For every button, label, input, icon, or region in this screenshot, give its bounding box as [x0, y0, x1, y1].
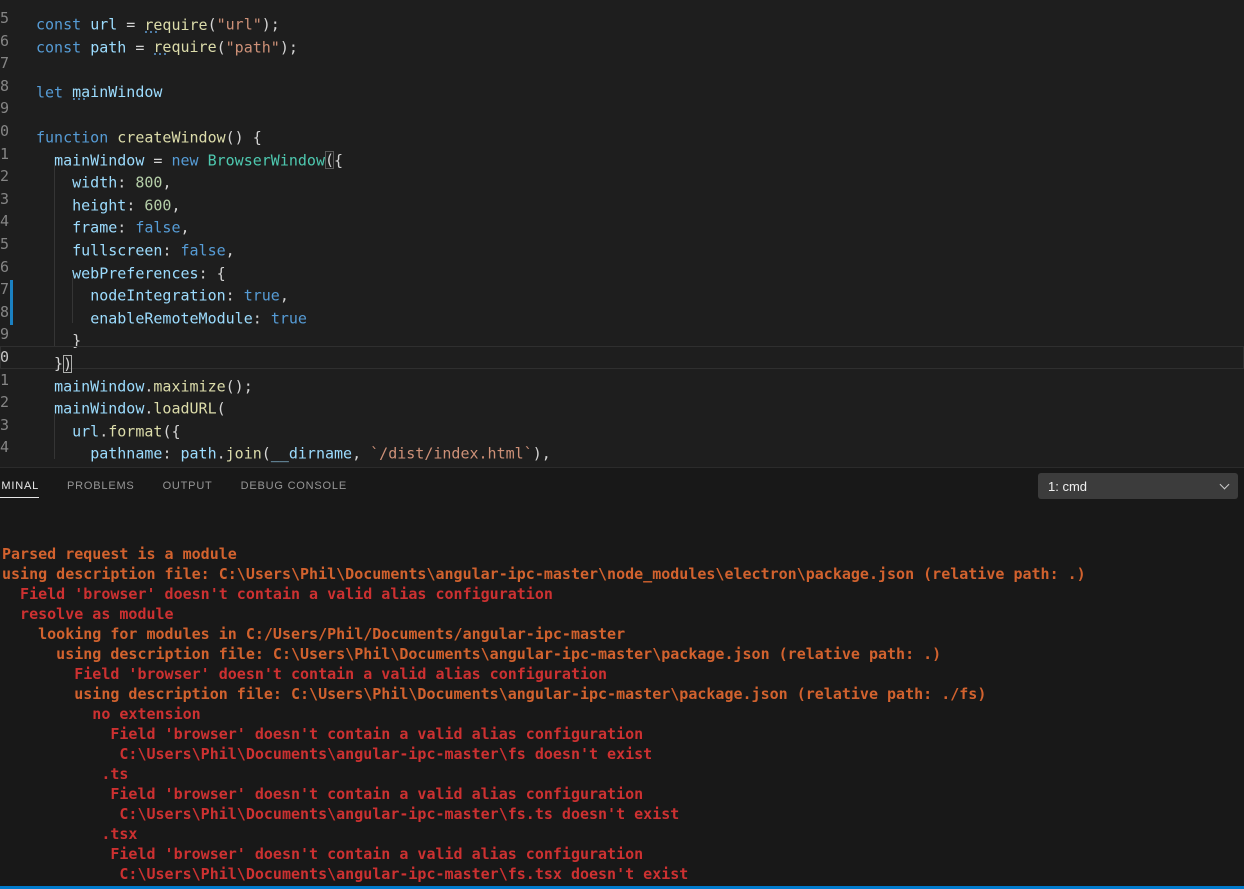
line-number: 3	[0, 415, 9, 434]
code-line[interactable]: 4 pathname: path.join(__dirname, `/dist/…	[0, 436, 1244, 463]
indent-guide	[72, 278, 73, 323]
code-line[interactable]: 6 webPreferences: {	[0, 256, 1244, 283]
panel-tab-bar: TERMINAL PROBLEMS OUTPUT DEBUG CONSOLE	[0, 475, 347, 498]
code-line[interactable]: 3 height: 600,	[0, 188, 1244, 215]
line-number: 1	[0, 144, 9, 163]
line-number: 5	[0, 9, 9, 27]
code-line[interactable]: 8 let mainWindow	[0, 75, 1244, 102]
code-line[interactable]: 5 const url = require("url");	[0, 7, 1244, 34]
line-number: 9	[0, 325, 9, 344]
line-number: 6	[0, 31, 9, 50]
line-number: 4	[0, 438, 9, 457]
line-number: 9	[0, 99, 9, 118]
line-number: 0	[0, 121, 9, 140]
line-number: 0	[0, 347, 9, 366]
indent-guide	[54, 414, 55, 459]
terminal-line: C:\Users\Phil\Documents\angular-ipc-mast…	[2, 865, 689, 883]
line-number: 2	[0, 167, 9, 186]
code-line[interactable]: 9	[0, 97, 1244, 120]
terminal-line: looking for modules in C:/Users/Phil/Doc…	[2, 625, 626, 643]
panel-tab-output[interactable]: OUTPUT	[163, 475, 213, 498]
code-editor[interactable]: 5 const url = require("url"); 6 const path …	[0, 0, 1244, 467]
bottom-panel: TERMINAL PROBLEMS OUTPUT DEBUG CONSOLE 1: c…	[0, 467, 1244, 886]
code-line[interactable]: 1 mainWindow.maximize();	[0, 369, 1244, 396]
line-number: 3	[0, 189, 9, 208]
terminal-line: .ts	[2, 765, 129, 783]
panel-header: TERMINAL PROBLEMS OUTPUT DEBUG CONSOLE 1: c…	[0, 468, 1244, 504]
terminal-line: C:\Users\Phil\Documents\angular-ipc-mast…	[2, 805, 680, 823]
line-number: 7	[0, 280, 9, 299]
code-line[interactable]: 3 url.format({	[0, 414, 1244, 441]
terminal-line: using description file: C:\Users\Phil\Do…	[2, 565, 1086, 583]
code-line[interactable]: 4 frame: false,	[0, 210, 1244, 237]
code-token: pathname	[90, 444, 163, 463]
code-token: :	[162, 444, 181, 463]
code-line[interactable]: 8 enableRemoteModule: true	[0, 301, 1244, 328]
code-token: join	[225, 444, 262, 463]
chevron-down-icon	[1219, 479, 1230, 489]
panel-tab-debug-console[interactable]: DEBUG CONSOLE	[241, 475, 347, 498]
terminal-line: resolve as module	[2, 605, 174, 623]
vscode-window: 5 const url = require("url"); 6 const path …	[0, 0, 1244, 889]
modified-lines-indicator	[10, 280, 13, 325]
line-number: 8	[0, 76, 9, 95]
code-lines-container: 5 const url = require("url"); 6 const path …	[0, 7, 1244, 463]
code-line[interactable]: 7 nodeIntegration: true,	[0, 278, 1244, 305]
code-line[interactable]: 7	[0, 52, 1244, 75]
terminal-line: Field 'browser' doesn't contain a valid …	[2, 785, 644, 803]
line-number: 5	[0, 234, 9, 253]
terminal-line: no extension	[2, 705, 201, 723]
terminal-line: Field 'browser' doesn't contain a valid …	[2, 585, 553, 603]
terminal-output[interactable]: Parsed request is a module using descript…	[0, 504, 1244, 884]
code-line[interactable]: 5 fullscreen: false,	[0, 233, 1244, 260]
line-number: 6	[0, 257, 9, 276]
terminal-line: C:\Users\Phil\Documents\angular-ipc-mast…	[2, 745, 653, 763]
code-token: `/dist/index.html`	[370, 444, 533, 463]
indent-guide	[54, 165, 55, 346]
code-line[interactable]: 0 function createWindow() {	[0, 120, 1244, 147]
code-token: ,	[352, 444, 371, 463]
terminal-line: using description file: C:\Users\Phil\Do…	[2, 685, 987, 703]
line-number: 4	[0, 212, 9, 231]
code-line[interactable]: 6 const path = require("path");	[0, 30, 1244, 57]
line-number: 1	[0, 370, 9, 389]
terminal-line: .tsx	[2, 825, 138, 843]
code-line[interactable]: 9 }	[0, 323, 1244, 350]
panel-tab-problems[interactable]: PROBLEMS	[67, 475, 135, 498]
terminal-line: using description file: C:\Users\Phil\Do…	[2, 645, 942, 663]
terminal-line: Field 'browser' doesn't contain a valid …	[2, 725, 644, 743]
code-line[interactable]: 0 })	[0, 346, 1244, 373]
code-token: path	[180, 444, 217, 463]
line-number: 7	[0, 54, 9, 73]
code-line[interactable]: 2 mainWindow.loadURL(	[0, 391, 1244, 418]
code-token: (	[261, 444, 271, 463]
code-line[interactable]: 2 width: 800,	[0, 165, 1244, 192]
terminal-line: Field 'browser' doesn't contain a valid …	[2, 845, 644, 863]
terminal-selector-dropdown[interactable]: 1: cmd	[1038, 473, 1238, 499]
line-number: 8	[0, 302, 9, 321]
terminal-selector-value: 1: cmd	[1048, 478, 1088, 494]
panel-tab-terminal[interactable]: TERMINAL	[0, 475, 40, 498]
code-token: __dirname	[270, 444, 353, 463]
code-line[interactable]: 1 mainWindow = new BrowserWindow({	[0, 143, 1244, 170]
line-number: 2	[0, 393, 9, 412]
terminal-line: Parsed request is a module	[2, 545, 237, 563]
terminal-line: Field 'browser' doesn't contain a valid …	[2, 665, 608, 683]
code-token: .	[216, 444, 226, 463]
code-token: ),	[532, 444, 551, 463]
